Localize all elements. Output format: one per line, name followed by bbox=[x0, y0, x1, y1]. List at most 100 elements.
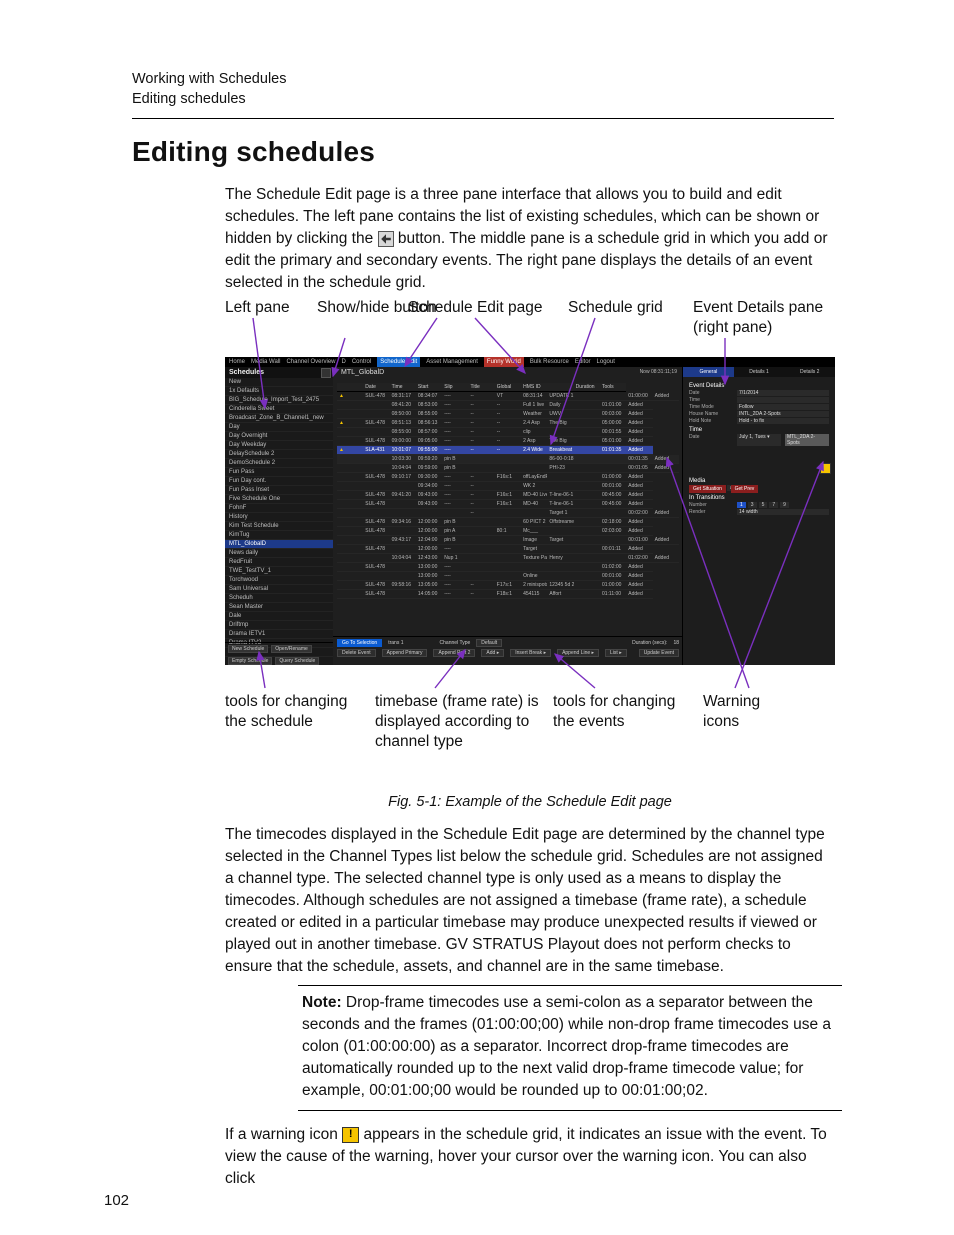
menu-item[interactable]: Channel Overview bbox=[286, 359, 335, 365]
schedules-list-item[interactable]: Drama IETV1 bbox=[225, 630, 333, 639]
grid-row[interactable]: 08:41:2008:53:00--------Full 1 liveDaily… bbox=[337, 401, 679, 410]
schedules-list-item[interactable]: 1x Defaults bbox=[225, 387, 333, 396]
grid-row[interactable]: SUL-47812:00:00----Target00:01:11Added bbox=[337, 545, 679, 554]
schedules-list-item[interactable]: FohnF bbox=[225, 504, 333, 513]
grid-row[interactable]: 09:43:1712:04:00pin BImageTarget00:01:00… bbox=[337, 536, 679, 545]
transition-chip[interactable]: 3 bbox=[748, 502, 757, 508]
details-tab[interactable]: Details 2 bbox=[784, 367, 835, 377]
schedules-list-item[interactable]: Fun Pass bbox=[225, 468, 333, 477]
transition-chip[interactable]: 5 bbox=[759, 502, 768, 508]
grid-column-header[interactable]: Tools bbox=[600, 383, 626, 392]
details-redbtn-1[interactable]: Get Situation bbox=[689, 485, 726, 493]
channel-type-select[interactable]: Default bbox=[476, 639, 502, 647]
timemode-field[interactable]: Follow bbox=[737, 404, 829, 410]
schedules-list-item[interactable]: Five Schedule One bbox=[225, 495, 333, 504]
grid-row[interactable]: SUL-47809:43:00------F16s:1MD-40T-line-0… bbox=[337, 500, 679, 509]
transition-chip[interactable]: 7 bbox=[769, 502, 778, 508]
grid-column-header[interactable] bbox=[337, 383, 363, 392]
grid-row[interactable]: --Target 100:02:00Added bbox=[337, 509, 679, 518]
showhide-button[interactable] bbox=[321, 368, 331, 378]
menu-item[interactable]: Control bbox=[352, 359, 371, 365]
schedules-list-item[interactable]: RedFruit bbox=[225, 558, 333, 567]
grid-row[interactable]: SUL-47808:31:1708:34:07------VT08:31:14U… bbox=[337, 392, 679, 401]
grid-column-header[interactable]: Duration bbox=[574, 383, 600, 392]
event-tool-button[interactable]: Add ▸ bbox=[481, 649, 504, 657]
schedules-list-item[interactable]: Day bbox=[225, 423, 333, 432]
grid-column-header[interactable]: Start bbox=[416, 383, 442, 392]
grid-row[interactable]: SUL-47809:00:0009:05:00--------2 AspThe … bbox=[337, 437, 679, 446]
grid-row[interactable]: 08:50:0008:55:00--------WeatherUWV00:03:… bbox=[337, 410, 679, 419]
grid-row[interactable]: 10:03:3009:59:20pin B86-00-0:18 Sys00:01… bbox=[337, 455, 679, 464]
schedules-list-item[interactable]: Fun Pass Inset bbox=[225, 486, 333, 495]
grid-row[interactable]: SUL-47813:00:00----01:02:00Added bbox=[337, 563, 679, 572]
hold-field[interactable]: Hold - to fix bbox=[737, 418, 829, 424]
schedules-list-item[interactable]: News daily bbox=[225, 549, 333, 558]
transition-chip[interactable]: 9 bbox=[780, 502, 789, 508]
grid-column-header[interactable]: Global bbox=[495, 383, 521, 392]
grid-row[interactable]: SUL-47808:51:1308:56:13--------2.4 AspTh… bbox=[337, 419, 679, 428]
date2-placeholder[interactable]: MTL_2DA 2-Spots bbox=[785, 434, 829, 446]
schedules-list-item[interactable]: Driftmp bbox=[225, 621, 333, 630]
menu-item[interactable]: Bulk Resource bbox=[530, 359, 569, 365]
schedules-list-item[interactable]: DelaySchedule 2 bbox=[225, 450, 333, 459]
details-tab[interactable]: General bbox=[683, 367, 734, 377]
menu-item[interactable]: Media Wall bbox=[251, 359, 280, 365]
event-tool-button[interactable]: Append Primary bbox=[382, 649, 428, 657]
schedules-list-item[interactable]: Day Weekday bbox=[225, 441, 333, 450]
menu-item[interactable]: Home bbox=[229, 359, 245, 365]
schedules-list-item[interactable]: TWE_TestTV_1 bbox=[225, 567, 333, 576]
schedules-list-item[interactable]: Dale bbox=[225, 612, 333, 621]
schedules-list-item[interactable]: MTL_GlobalD bbox=[225, 540, 333, 549]
schedules-list-item[interactable]: Day Overnight bbox=[225, 432, 333, 441]
date-field[interactable]: 7/1/2014 bbox=[737, 390, 829, 396]
details-redbtn-2[interactable]: Get Prev bbox=[731, 485, 759, 493]
grid-column-header[interactable] bbox=[547, 383, 573, 392]
grid-column-header[interactable]: Slip bbox=[442, 383, 468, 392]
grid-row[interactable]: 13:00:00----Online00:01:00Added bbox=[337, 572, 679, 581]
transition-chip[interactable]: 1 bbox=[737, 502, 746, 508]
schedule-tool-button[interactable]: Query Schedule bbox=[275, 657, 319, 665]
schedule-tool-button[interactable]: Open/Rename bbox=[271, 645, 312, 653]
time-field[interactable] bbox=[737, 397, 829, 403]
event-tool-button[interactable]: Append Line ▸ bbox=[557, 649, 599, 657]
schedules-list-item[interactable]: Cinderella Sweet bbox=[225, 405, 333, 414]
grid-column-header[interactable]: Title bbox=[468, 383, 494, 392]
menu-item[interactable]: D bbox=[342, 359, 346, 365]
details-tab[interactable]: Details 1 bbox=[734, 367, 785, 377]
grid-row[interactable]: SUL-47809:10:1709:30:00------F16s:1offLa… bbox=[337, 473, 679, 482]
menu-item[interactable]: Schedule Edit bbox=[377, 357, 420, 367]
grid-row[interactable]: 09:34:00------WK 200:01:00Added bbox=[337, 482, 679, 491]
schedules-list-item[interactable]: DemoSchedule 2 bbox=[225, 459, 333, 468]
date2-field[interactable]: July 1, Tues ▾ bbox=[737, 434, 781, 446]
menu-item[interactable]: Funny World bbox=[484, 357, 524, 367]
schedules-list-item[interactable]: Sam Universal bbox=[225, 585, 333, 594]
grid-row[interactable]: SUL-47812:00:00pin A80:1Mc___02:03:00Add… bbox=[337, 527, 679, 536]
schedules-list-item[interactable]: Sean Master bbox=[225, 603, 333, 612]
goto-selection-button[interactable]: Go To Selection bbox=[337, 639, 382, 647]
grid-row[interactable]: 08:55:0008:57:00--------clip00:01:55Adde… bbox=[337, 428, 679, 437]
grid-row[interactable]: SLA-43110:01:0709:55:00--------2.4 WideB… bbox=[337, 446, 679, 455]
schedule-grid[interactable]: DateTimeStartSlipTitleGlobalHMS IDDurati… bbox=[337, 383, 679, 625]
menu-item[interactable]: Asset Management bbox=[426, 359, 478, 365]
grid-row[interactable]: SUL-47814:05:00------F18s:1454115Affort0… bbox=[337, 590, 679, 599]
schedules-list-item[interactable]: KimTug bbox=[225, 531, 333, 540]
schedules-list-item[interactable]: Broadcast_Zone_B_Channel1_new bbox=[225, 414, 333, 423]
grid-row[interactable]: SUL-47809:58:1613:05:00------F17s:12 min… bbox=[337, 581, 679, 590]
grid-column-header[interactable]: HMS ID bbox=[521, 383, 547, 392]
schedules-list-item[interactable]: Scheduh bbox=[225, 594, 333, 603]
schedules-list-item[interactable]: BIG_Schedule_Import_Test_2475 bbox=[225, 396, 333, 405]
schedules-list-item[interactable]: New bbox=[225, 378, 333, 387]
schedules-list-item[interactable]: Kim Test Schedule bbox=[225, 522, 333, 531]
schedule-tool-button[interactable]: New Schedule bbox=[228, 645, 268, 653]
menu-item[interactable]: Editor bbox=[575, 359, 591, 365]
schedule-tool-button[interactable]: Empty Schedule bbox=[228, 657, 272, 665]
grid-row[interactable]: 10:04:0409:59:00pin BPHI-2300:01:05Added bbox=[337, 464, 679, 473]
event-tool-button[interactable]: List ▸ bbox=[605, 649, 627, 657]
event-tool-button[interactable]: Insert Break ▸ bbox=[510, 649, 551, 657]
update-event-button[interactable]: Update Event bbox=[639, 649, 679, 657]
grid-row[interactable]: SUL-47809:41:2009:43:00------F16s:1MD-40… bbox=[337, 491, 679, 500]
schedules-list-item[interactable]: History bbox=[225, 513, 333, 522]
schedules-list-item[interactable]: Fun Day cont. bbox=[225, 477, 333, 486]
render-field[interactable]: 14 width bbox=[737, 509, 829, 515]
event-tool-button[interactable]: Append Part 2 bbox=[433, 649, 475, 657]
